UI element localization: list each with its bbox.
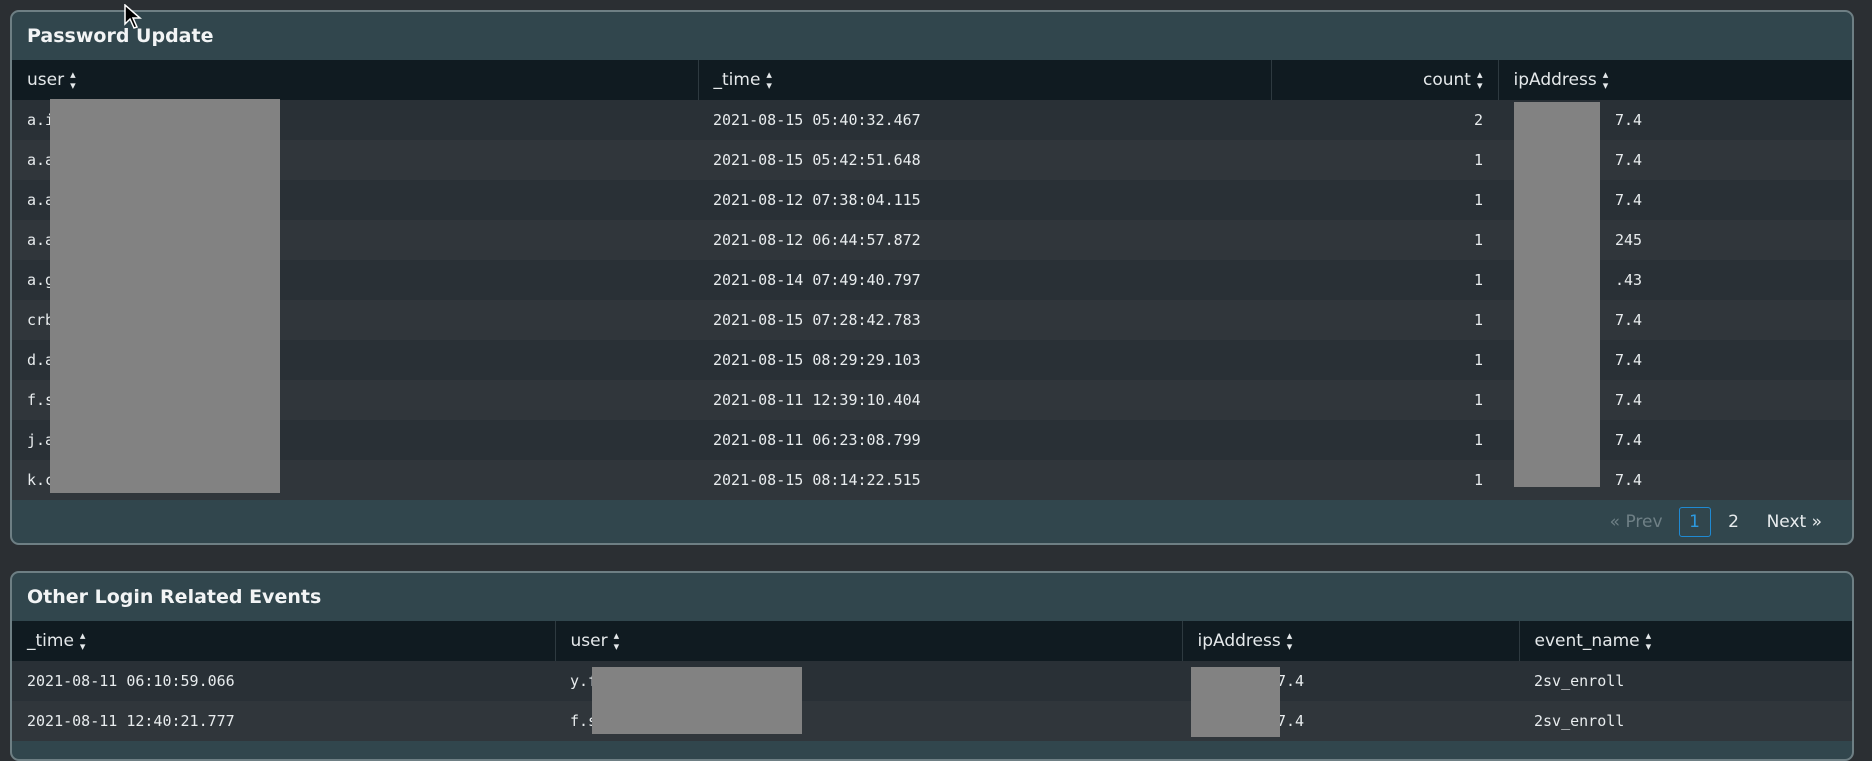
cell-time[interactable]: 2021-08-11 12:40:21.777 — [12, 701, 555, 741]
cell-time[interactable]: 2021-08-14 07:49:40.797 — [698, 260, 1271, 300]
cell-count[interactable]: 1 — [1271, 140, 1498, 180]
cell-time[interactable]: 2021-08-15 05:42:51.648 — [698, 140, 1271, 180]
cell-time[interactable]: 2021-08-12 07:38:04.115 — [698, 180, 1271, 220]
cell-time[interactable]: 2021-08-12 06:44:57.872 — [698, 220, 1271, 260]
redaction-box — [1514, 102, 1600, 487]
sort-icon[interactable]: ▴ ▾ — [80, 630, 86, 652]
column-header-ipaddress[interactable]: ipAddress ▴ ▾ — [1497, 60, 1852, 100]
sort-icon[interactable]: ▴ ▾ — [614, 630, 620, 652]
cell-count[interactable]: 2 — [1271, 100, 1498, 140]
cell-time[interactable]: 2021-08-11 06:10:59.066 — [12, 661, 555, 701]
panel-title: Other Login Related Events — [27, 586, 322, 608]
column-header-user[interactable]: user ▴ ▾ — [12, 60, 698, 100]
panel-title: Password Update — [27, 25, 214, 47]
cell-count[interactable]: 1 — [1271, 300, 1498, 340]
table-row[interactable]: 2021-08-11 06:10:59.066 y.f 7.4 2sv_enroll — [12, 661, 1852, 701]
redaction-box — [592, 667, 802, 734]
cell-count[interactable]: 1 — [1271, 260, 1498, 300]
next-page-button[interactable]: Next » — [1767, 512, 1822, 532]
cell-count[interactable]: 1 — [1271, 460, 1498, 500]
column-header-time[interactable]: _time ▴ ▾ — [12, 621, 555, 661]
login-events-table: _time ▴ ▾ user ▴ ▾ ipAddress ▴ ▾ event_name ▴ ▾ … — [12, 621, 1852, 741]
sort-icon[interactable]: ▴ ▾ — [766, 69, 772, 91]
sort-icon[interactable]: ▴ ▾ — [1287, 630, 1293, 652]
column-header-ipaddress[interactable]: ipAddress ▴ ▾ — [1181, 621, 1519, 661]
column-header-event-name[interactable]: event_name ▴ ▾ — [1518, 621, 1852, 661]
cell-event-name[interactable]: 2sv_enroll — [1519, 701, 1852, 741]
cell-count[interactable]: 1 — [1271, 420, 1498, 460]
redaction-box — [50, 99, 280, 493]
cell-count[interactable]: 1 — [1271, 380, 1498, 420]
prev-page-button: « Prev — [1609, 512, 1663, 532]
cell-time[interactable]: 2021-08-15 08:14:22.515 — [698, 460, 1271, 500]
other-login-events-panel: Other Login Related Events _time ▴ ▾ user ▴… — [10, 571, 1854, 761]
page-1-button[interactable]: 1 — [1678, 507, 1711, 537]
redaction-box — [1191, 667, 1280, 737]
cell-time[interactable]: 2021-08-11 12:39:10.404 — [698, 380, 1271, 420]
pagination: « Prev 1 2 Next » — [12, 500, 1852, 543]
column-header-user[interactable]: user ▴ ▾ — [554, 621, 1182, 661]
cell-event-name[interactable]: 2sv_enroll — [1519, 661, 1852, 701]
cell-count[interactable]: 1 — [1271, 340, 1498, 380]
column-header-time[interactable]: _time ▴ ▾ — [697, 60, 1271, 100]
cell-count[interactable]: 1 — [1271, 220, 1498, 260]
sort-icon[interactable]: ▴ ▾ — [1477, 69, 1483, 91]
cell-time[interactable]: 2021-08-15 07:28:42.783 — [698, 300, 1271, 340]
page-2-button[interactable]: 2 — [1719, 508, 1749, 536]
cell-count[interactable]: 1 — [1271, 180, 1498, 220]
sort-icon[interactable]: ▴ ▾ — [1646, 630, 1652, 652]
cell-time[interactable]: 2021-08-11 06:23:08.799 — [698, 420, 1271, 460]
table-row[interactable]: 2021-08-11 12:40:21.777 f.s 7.4 2sv_enroll — [12, 701, 1852, 741]
sort-icon[interactable]: ▴ ▾ — [1603, 69, 1609, 91]
cell-time[interactable]: 2021-08-15 08:29:29.103 — [698, 340, 1271, 380]
cell-time[interactable]: 2021-08-15 05:40:32.467 — [698, 100, 1271, 140]
mouse-pointer-icon — [124, 4, 142, 29]
column-header-count[interactable]: count ▴ ▾ — [1270, 60, 1498, 100]
sort-icon[interactable]: ▴ ▾ — [70, 69, 76, 91]
